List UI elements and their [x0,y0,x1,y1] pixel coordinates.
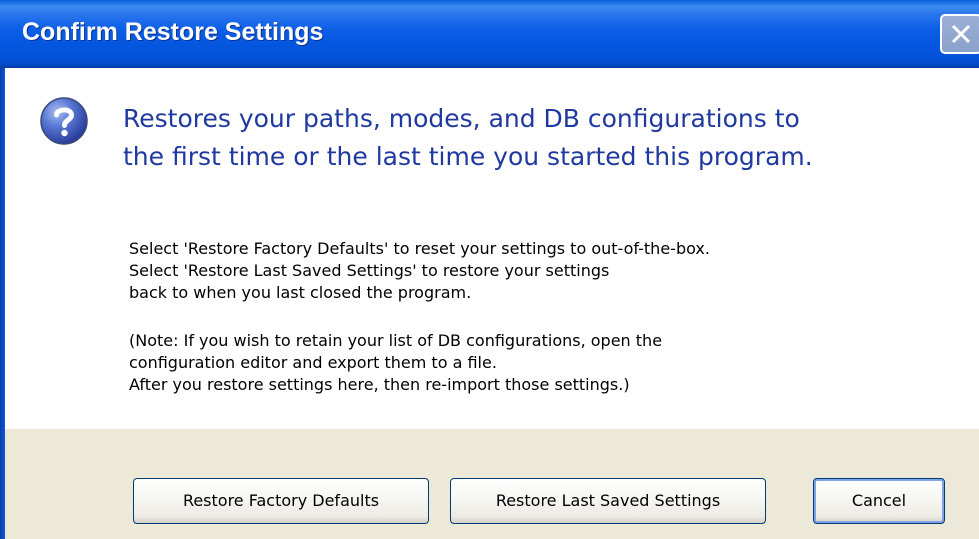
cancel-button[interactable]: Cancel [813,478,945,524]
restore-factory-defaults-button[interactable]: Restore Factory Defaults [133,478,429,524]
note-line: After you restore settings here, then re… [129,375,630,394]
confirm-restore-dialog: Confirm Restore Settings Restores your p… [0,0,979,539]
body-line: Select 'Restore Last Saved Settings' to … [129,261,610,280]
close-icon [951,24,971,44]
dialog-content: Restores your paths, modes, and DB confi… [5,68,979,539]
title-bar[interactable]: Confirm Restore Settings [0,0,979,68]
close-button[interactable] [940,14,979,54]
question-icon [40,97,88,145]
headline-message: Restores your paths, modes, and DB confi… [123,100,973,176]
body-line: back to when you last closed the program… [129,283,472,302]
instructions-text: Select 'Restore Factory Defaults' to res… [129,238,949,396]
window-title: Confirm Restore Settings [22,18,324,46]
body-line: Select 'Restore Factory Defaults' to res… [129,239,710,258]
restore-last-saved-settings-button[interactable]: Restore Last Saved Settings [450,478,766,524]
button-bar: Restore Factory Defaults Restore Last Sa… [5,429,979,539]
headline-line: Restores your paths, modes, and DB confi… [123,104,800,133]
note-line: configuration editor and export them to … [129,353,497,372]
note-line: (Note: If you wish to retain your list o… [129,331,663,350]
headline-line: the first time or the last time you star… [123,142,813,171]
